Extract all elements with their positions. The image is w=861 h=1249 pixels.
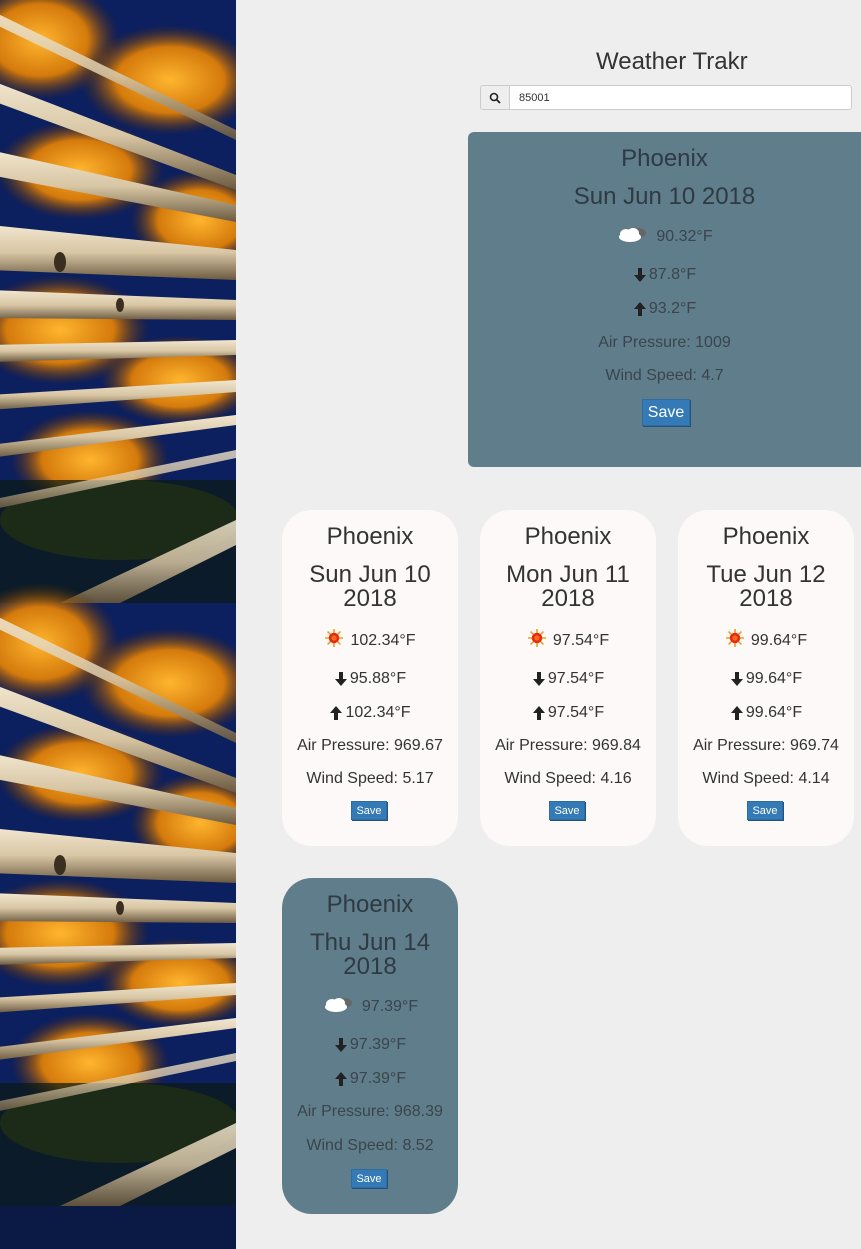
sun-icon xyxy=(324,628,344,653)
air-pressure: Air Pressure: 968.39 xyxy=(297,1103,443,1120)
current-temp: 90.32°F xyxy=(656,227,713,245)
zip-search-input[interactable] xyxy=(509,85,852,110)
background-photo-strip xyxy=(0,0,236,1249)
low-temp: 99.64°F xyxy=(745,670,803,687)
air-pressure: Air Pressure: 969.74 xyxy=(693,737,839,754)
high-temp: 102.34°F xyxy=(345,704,411,721)
card-year: 2018 xyxy=(343,953,397,980)
arrow-up-icon xyxy=(730,706,743,720)
card-date: Mon Jun 11 xyxy=(506,561,630,588)
card-city: Phoenix xyxy=(722,523,810,550)
high-temp: 97.54°F xyxy=(547,704,605,721)
sun-icon xyxy=(527,628,547,653)
wind-speed: Wind Speed: 8.52 xyxy=(306,1137,434,1154)
app-title: Weather Trakr xyxy=(596,48,748,75)
card-date: Sun Jun 10 2018 xyxy=(573,183,756,210)
cloudy-icon xyxy=(322,994,356,1019)
high-temp: 97.39°F xyxy=(349,1070,407,1087)
current-weather-card: Phoenix Sun Jun 10 2018 90.32°F 87.8°F 9… xyxy=(468,132,861,467)
wind-speed: Wind Speed: 4.16 xyxy=(504,770,632,787)
forecast-card: Phoenix Mon Jun 11 2018 97.54°F 97.54°F … xyxy=(480,510,656,846)
low-temp: 97.39°F xyxy=(349,1036,407,1053)
card-date: Thu Jun 14 xyxy=(309,929,431,956)
air-pressure: Air Pressure: 1009 xyxy=(598,334,731,351)
save-button[interactable]: Save xyxy=(351,1169,387,1188)
save-button[interactable]: Save xyxy=(549,801,585,820)
card-city: Phoenix xyxy=(326,891,414,918)
low-temp: 87.8°F xyxy=(648,266,697,283)
current-temp: 97.54°F xyxy=(552,631,610,649)
card-year: 2018 xyxy=(739,585,793,612)
card-city: Phoenix xyxy=(524,523,612,550)
save-button[interactable]: Save xyxy=(747,801,783,820)
wind-speed: Wind Speed: 4.7 xyxy=(605,367,724,384)
arrow-down-icon xyxy=(532,672,545,686)
card-year: 2018 xyxy=(343,585,397,612)
card-date: Sun Jun 10 xyxy=(309,561,431,588)
save-button[interactable]: Save xyxy=(642,399,690,426)
cloudy-icon xyxy=(616,224,650,249)
card-city: Phoenix xyxy=(621,145,708,172)
search-bar xyxy=(480,85,852,110)
arrow-down-icon xyxy=(633,268,646,282)
save-button[interactable]: Save xyxy=(351,801,387,820)
card-city: Phoenix xyxy=(326,523,414,550)
current-temp: 102.34°F xyxy=(350,631,416,649)
arrow-down-icon xyxy=(334,1038,347,1052)
low-temp: 97.54°F xyxy=(547,670,605,687)
card-date: Tue Jun 12 xyxy=(706,561,826,588)
high-temp: 99.64°F xyxy=(745,704,803,721)
card-year: 2018 xyxy=(541,585,595,612)
current-temp: 97.39°F xyxy=(361,997,419,1015)
forecast-card: Phoenix Tue Jun 12 2018 99.64°F 99.64°F … xyxy=(678,510,854,846)
high-temp: 93.2°F xyxy=(648,300,697,317)
search-icon[interactable] xyxy=(480,85,509,110)
air-pressure: Air Pressure: 969.84 xyxy=(495,737,641,754)
arrow-down-icon xyxy=(334,672,347,686)
forecast-card: Phoenix Thu Jun 14 2018 97.39°F 97.39°F … xyxy=(282,878,458,1214)
arrow-down-icon xyxy=(730,672,743,686)
arrow-up-icon xyxy=(532,706,545,720)
arrow-up-icon xyxy=(633,302,646,316)
wind-speed: Wind Speed: 4.14 xyxy=(702,770,830,787)
forecast-card: Phoenix Sun Jun 10 2018 102.34°F 95.88°F… xyxy=(282,510,458,846)
current-temp: 99.64°F xyxy=(750,631,808,649)
arrow-up-icon xyxy=(330,706,343,720)
arrow-up-icon xyxy=(334,1072,347,1086)
sun-icon xyxy=(725,628,745,653)
aspen-trees-image xyxy=(0,0,236,1206)
low-temp: 95.88°F xyxy=(349,670,407,687)
wind-speed: Wind Speed: 5.17 xyxy=(306,770,434,787)
air-pressure: Air Pressure: 969.67 xyxy=(297,737,443,754)
